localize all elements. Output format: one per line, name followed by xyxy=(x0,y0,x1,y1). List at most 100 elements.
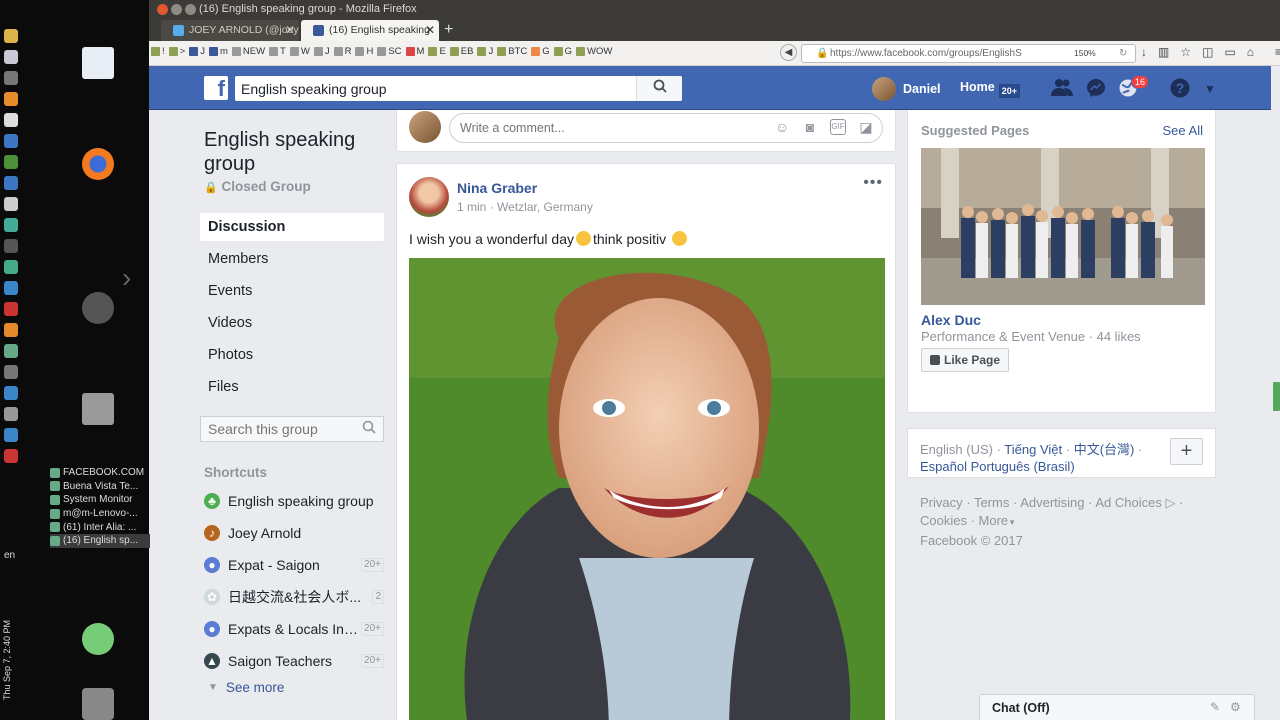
minimize-window-icon[interactable] xyxy=(171,4,182,15)
menu-icon[interactable]: ≡ xyxy=(1275,45,1280,59)
post-author[interactable]: Nina Graber xyxy=(457,180,537,196)
search-input[interactable] xyxy=(235,76,635,101)
bookmark-item[interactable]: WOW xyxy=(576,46,612,57)
footer-link[interactable]: More xyxy=(979,513,1009,528)
download-icon[interactable]: ↓ xyxy=(1141,45,1147,59)
avatar[interactable] xyxy=(409,177,449,217)
more-options-icon[interactable]: ••• xyxy=(863,174,883,192)
bookmark-item[interactable]: ! xyxy=(151,46,165,57)
bookmark-item[interactable]: m xyxy=(208,46,228,57)
footer-link[interactable]: Ad Choices xyxy=(1095,495,1161,510)
profile-link[interactable]: Daniel xyxy=(872,77,941,101)
home-icon[interactable]: ⌂ xyxy=(1247,45,1254,59)
group-title[interactable]: English speaking group xyxy=(204,128,384,176)
language-link[interactable]: Tiếng Việt xyxy=(1004,442,1062,457)
account-menu-chevron-icon[interactable]: ▼ xyxy=(1199,78,1221,100)
post-location[interactable]: Wetzlar, Germany xyxy=(497,200,593,214)
chevron-right-icon[interactable]: › xyxy=(122,262,131,294)
close-tab-icon[interactable]: ✕ xyxy=(425,20,435,41)
suggested-page-photo[interactable] xyxy=(921,148,1205,305)
reload-icon[interactable]: ↻ xyxy=(1119,45,1127,62)
search-icon[interactable] xyxy=(636,76,682,101)
tab-members[interactable]: Members xyxy=(200,245,384,273)
messenger-icon[interactable] xyxy=(1085,78,1107,100)
friend-requests-icon[interactable] xyxy=(1051,78,1073,100)
see-more-link[interactable]: ▼ See more xyxy=(208,680,284,695)
camera-icon[interactable]: ◙ xyxy=(802,119,818,135)
tab-discussion[interactable]: Discussion xyxy=(200,213,384,241)
tab-videos[interactable]: Videos xyxy=(200,309,384,337)
youtube-icon[interactable]: ▭ xyxy=(1224,45,1235,59)
close-tab-icon[interactable]: ✕ xyxy=(285,20,295,41)
group-search-input[interactable] xyxy=(201,417,351,441)
see-all-link[interactable]: See All xyxy=(1163,123,1203,138)
home-link[interactable]: Home 20+ xyxy=(960,80,1021,98)
language-link[interactable]: Português (Brasil) xyxy=(971,459,1075,474)
language-link[interactable]: 中文(台灣) xyxy=(1074,442,1135,457)
window-list-item[interactable]: m@m-Lenovo-... xyxy=(50,507,150,521)
gear-icon[interactable]: ⚙ xyxy=(1230,700,1241,714)
post-photo[interactable] xyxy=(409,258,885,720)
library-icon[interactable]: ▥ xyxy=(1158,45,1169,59)
url-bar[interactable]: 🔒 https://www.facebook.com/groups/Englis… xyxy=(801,44,1136,63)
keyboard-language[interactable]: en xyxy=(4,550,15,561)
suggested-page-name[interactable]: Alex Duc xyxy=(921,312,981,328)
shortcut-item[interactable]: ✿ 日越交流&社会人ボ... 2 xyxy=(204,586,384,608)
window-list-item[interactable]: System Monitor xyxy=(50,493,150,507)
help-icon[interactable]: ? xyxy=(1169,78,1191,100)
tab-photos[interactable]: Photos xyxy=(200,341,384,369)
user-icon[interactable] xyxy=(82,623,114,655)
tab-files[interactable]: Files xyxy=(200,373,384,401)
language-link[interactable]: Español xyxy=(920,459,967,474)
maximize-window-icon[interactable] xyxy=(185,4,196,15)
emoji-icon[interactable]: ☺ xyxy=(774,119,790,135)
ubuntu-icon[interactable] xyxy=(82,292,114,324)
shortcut-item[interactable]: ♪ Joey Arnold xyxy=(204,522,384,544)
add-language-button[interactable]: + xyxy=(1170,438,1203,465)
bookmark-item[interactable]: M xyxy=(405,46,424,57)
new-tab-button[interactable]: + xyxy=(444,20,453,40)
window-list-item[interactable]: FACEBOOK.COM xyxy=(50,466,150,480)
bookmark-item[interactable]: G xyxy=(553,46,572,57)
compose-icon[interactable]: ✎ xyxy=(1210,700,1220,714)
text-editor-icon[interactable] xyxy=(82,47,114,79)
bookmark-item[interactable]: G xyxy=(531,46,550,57)
gif-icon[interactable]: GIF xyxy=(830,119,846,135)
sticker-icon[interactable]: ◪ xyxy=(858,119,874,135)
window-list-item-active[interactable]: (16) English sp... xyxy=(50,533,150,548)
shortcut-item[interactable]: ▲ Saigon Teachers 20+ xyxy=(204,650,384,672)
bookmark-item[interactable]: BTC xyxy=(497,46,527,57)
footer-link[interactable]: Cookies xyxy=(920,513,967,528)
facebook-logo-icon[interactable]: f xyxy=(204,76,228,100)
shortcut-item[interactable]: ● Expat - Saigon 20+ xyxy=(204,554,384,576)
zoom-level[interactable]: 150% xyxy=(1074,45,1096,62)
back-button[interactable]: ◀ xyxy=(780,44,797,61)
window-list-item[interactable]: (61) Inter Alia: ... xyxy=(50,520,150,534)
tab-english-speaking[interactable]: (16) English speaking ✕ xyxy=(301,20,439,41)
bookmark-item[interactable]: J xyxy=(313,46,330,57)
footer-link[interactable]: Advertising xyxy=(1020,495,1084,510)
shortcut-item[interactable]: ● Expats & Locals In ... 20+ xyxy=(204,618,384,640)
footer-link[interactable]: Terms xyxy=(974,495,1009,510)
trash-icon[interactable] xyxy=(82,688,114,720)
pocket-icon[interactable]: ◫ xyxy=(1202,45,1213,59)
close-window-icon[interactable] xyxy=(157,4,168,15)
bookmark-item[interactable]: H xyxy=(355,46,373,57)
post-time[interactable]: 1 min xyxy=(457,200,486,214)
scrollbar-thumb[interactable] xyxy=(1273,382,1280,411)
firefox-icon[interactable] xyxy=(82,148,114,180)
bookmark-item[interactable]: SC xyxy=(377,46,402,57)
footer-link[interactable]: Privacy xyxy=(920,495,963,510)
bookmark-item[interactable]: NEW xyxy=(231,46,265,57)
comment-input[interactable] xyxy=(450,114,750,142)
bookmark-item[interactable]: > xyxy=(168,46,185,57)
bookmark-item[interactable]: R xyxy=(333,46,351,57)
bookmark-item[interactable]: J xyxy=(477,46,493,57)
bookmark-item[interactable]: J xyxy=(189,46,205,57)
bookmark-item[interactable]: EB xyxy=(449,46,473,57)
tab-events[interactable]: Events xyxy=(200,277,384,305)
bookmark-item[interactable]: T xyxy=(269,46,286,57)
files-icon[interactable] xyxy=(82,393,114,425)
bookmark-star-icon[interactable]: ☆ xyxy=(1180,45,1191,59)
search-icon[interactable] xyxy=(362,420,376,437)
